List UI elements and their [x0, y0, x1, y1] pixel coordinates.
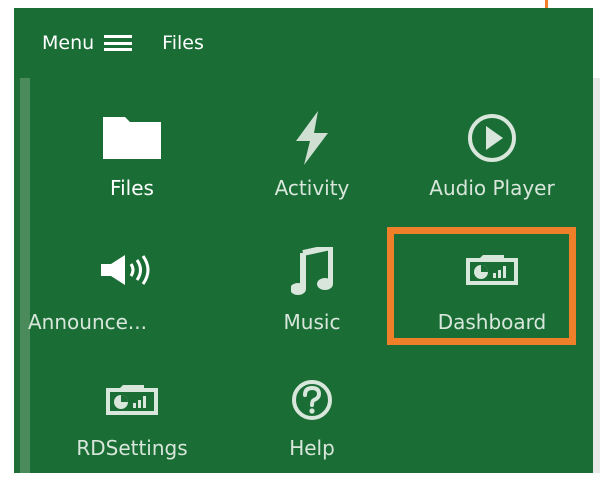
annotation-marker [545, 0, 548, 8]
app-frame: Menu Files Files Activity Audio Player A… [0, 0, 600, 490]
hamburger-icon [104, 35, 133, 51]
tile-label: Audio Player [429, 176, 555, 200]
highlight-box [387, 227, 576, 345]
lightning-icon [222, 110, 402, 166]
tile-audio-player[interactable]: Audio Player [402, 108, 582, 228]
menu-button[interactable]: Menu [42, 32, 133, 54]
tile-label: Activity [274, 176, 350, 200]
tile-music[interactable]: Music [222, 246, 402, 366]
tile-rdsettings[interactable]: RDSettings [42, 376, 222, 496]
question-circle-icon [222, 378, 402, 422]
tile-label: RDSettings [76, 436, 188, 460]
music-note-icon [222, 246, 402, 296]
top-bar: Menu Files [14, 8, 593, 78]
tile-label: Announce... [28, 310, 147, 334]
breadcrumb-title[interactable]: Files [162, 32, 204, 54]
tile-label: Files [110, 176, 154, 200]
speaker-icon [42, 248, 222, 292]
folder-icon [42, 116, 222, 160]
play-circle-icon [402, 110, 582, 166]
tile-activity[interactable]: Activity [222, 108, 402, 228]
menu-label: Menu [42, 32, 95, 54]
tile-label: Music [283, 310, 341, 334]
tile-label: Help [289, 436, 335, 460]
right-edge-strip [593, 78, 600, 473]
dashboard-icon [42, 382, 222, 416]
tile-help[interactable]: Help [222, 376, 402, 496]
tile-files[interactable]: Files [42, 108, 222, 228]
tile-announcements[interactable]: Announce... [28, 246, 222, 366]
